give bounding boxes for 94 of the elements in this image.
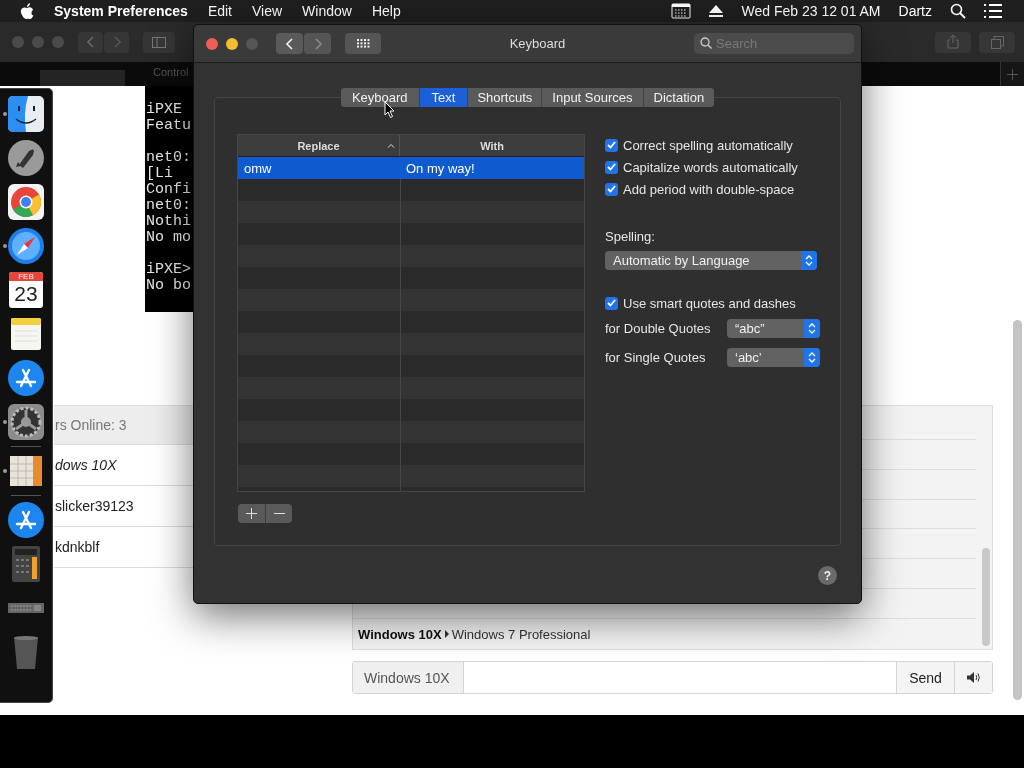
terminal-line: iPXE bbox=[146, 102, 182, 118]
terminal-line: Confi bbox=[146, 182, 191, 198]
sidebar-icon bbox=[152, 36, 166, 48]
chevron-left-icon bbox=[86, 36, 95, 48]
quotes-select[interactable]: ‘abc’ bbox=[727, 348, 820, 367]
scrollbar-thumb[interactable] bbox=[1013, 320, 1022, 700]
search-icon[interactable] bbox=[950, 3, 966, 19]
terminal-line: Nothi bbox=[146, 214, 191, 230]
quotes-label: for Single Quotes bbox=[605, 350, 706, 365]
calendar-month: FEB bbox=[9, 272, 43, 281]
checkbox-label: Add period with double-space bbox=[623, 181, 795, 197]
tabs-button[interactable] bbox=[979, 31, 1015, 53]
checkbox-label: Capitalize words automatically bbox=[623, 159, 798, 175]
remove-button[interactable] bbox=[265, 504, 292, 523]
search-icon bbox=[700, 37, 712, 49]
show-all-button[interactable] bbox=[345, 33, 381, 54]
terminal-line: net0: bbox=[146, 150, 191, 166]
stepper-icon bbox=[805, 254, 813, 267]
terminal-line: Featu bbox=[146, 118, 191, 134]
terminal-line: No bo bbox=[146, 278, 191, 294]
back-button[interactable] bbox=[276, 33, 303, 54]
tab[interactable]: Text bbox=[418, 88, 468, 107]
checkmark-icon bbox=[607, 141, 616, 149]
round-logo-icon[interactable] bbox=[7, 183, 45, 221]
column-header[interactable]: Replace bbox=[238, 135, 400, 156]
new-tab-button[interactable] bbox=[1000, 62, 1024, 86]
terminal-line: No mo bbox=[146, 230, 191, 246]
checkbox[interactable] bbox=[605, 182, 618, 196]
checkbox[interactable] bbox=[605, 160, 618, 174]
checkbox[interactable] bbox=[605, 138, 618, 152]
send-button[interactable]: Send bbox=[896, 662, 954, 693]
stepper-icon bbox=[808, 351, 816, 364]
keyboard-viewer-icon[interactable] bbox=[671, 3, 692, 19]
spelling-label: Spelling: bbox=[605, 229, 656, 244]
menu-item[interactable]: Edit bbox=[207, 3, 232, 19]
plus-icon bbox=[246, 508, 257, 519]
users-header: rs Online: 3 bbox=[54, 405, 193, 445]
calendar-day: 23 bbox=[14, 281, 38, 306]
chevron-right-icon bbox=[313, 37, 322, 50]
minus-icon bbox=[273, 512, 285, 515]
terminal-line: net0: bbox=[146, 198, 191, 214]
app-menu[interactable]: System Preferences bbox=[54, 3, 188, 19]
checkmark-icon bbox=[607, 299, 616, 307]
add-button[interactable] bbox=[238, 504, 265, 523]
app-store-icon[interactable] bbox=[7, 359, 45, 397]
rocket-icon[interactable] bbox=[7, 139, 45, 177]
compass-icon[interactable] bbox=[7, 227, 45, 265]
menu-item[interactable]: Help bbox=[371, 3, 401, 19]
table-row[interactable]: omw On my way! bbox=[238, 157, 584, 179]
speaker-icon bbox=[966, 672, 981, 683]
window-title: Keyboard bbox=[508, 36, 567, 51]
terminal-line: [Li bbox=[146, 166, 173, 182]
user-menu[interactable]: Dartz bbox=[898, 3, 932, 19]
table-cell-text: On my way! bbox=[405, 159, 476, 178]
app-store-icon[interactable] bbox=[7, 501, 45, 539]
terminal-line: iPXE> bbox=[146, 262, 191, 278]
menu-item[interactable]: View bbox=[252, 3, 283, 19]
checkmark-icon bbox=[607, 185, 616, 193]
minimize-button[interactable] bbox=[226, 37, 238, 50]
menu-item[interactable]: Window bbox=[302, 3, 352, 19]
calendar-icon[interactable]: FEB 23 bbox=[9, 272, 43, 308]
share-icon bbox=[947, 35, 959, 49]
face-icon[interactable] bbox=[7, 95, 45, 133]
name-label: Windows 10X bbox=[353, 662, 464, 693]
sort-caret-icon bbox=[387, 143, 395, 148]
gear-icon[interactable] bbox=[7, 403, 45, 441]
close-button[interactable] bbox=[206, 37, 218, 50]
spelling-select[interactable]: Automatic by Language bbox=[605, 251, 817, 270]
apple-icon[interactable] bbox=[20, 3, 34, 19]
message-sender: Windows 10X bbox=[358, 626, 442, 642]
help-button[interactable]: ? bbox=[818, 566, 837, 585]
eject-icon[interactable] bbox=[709, 5, 724, 17]
message-text: Windows 7 Professional bbox=[451, 626, 591, 642]
checkmark-icon bbox=[607, 163, 616, 171]
checkbox[interactable] bbox=[605, 296, 618, 310]
stepper-icon bbox=[808, 322, 816, 335]
checkbox-label: Use smart quotes and dashes bbox=[623, 295, 796, 311]
caret-icon bbox=[444, 630, 449, 639]
sidebar-button[interactable] bbox=[143, 31, 175, 53]
menu-clock[interactable]: Wed Feb 23 12 01 AM bbox=[741, 3, 881, 19]
grid-icon bbox=[356, 39, 370, 48]
chevron-right-icon bbox=[112, 36, 121, 48]
tabs-icon bbox=[990, 35, 1004, 49]
column-header[interactable]: With bbox=[400, 135, 584, 156]
scrollbar-thumb[interactable] bbox=[982, 548, 990, 646]
quotes-label: for Double Quotes bbox=[605, 321, 711, 336]
quotes-select[interactable]: “abc” bbox=[727, 319, 820, 338]
tab[interactable]: Dictation bbox=[642, 88, 715, 107]
plus-icon bbox=[1007, 68, 1018, 80]
checkbox-label: Correct spelling automatically bbox=[623, 137, 793, 153]
speaker-button[interactable] bbox=[954, 662, 992, 693]
table-cell-text: omw bbox=[243, 159, 273, 178]
list-icon[interactable] bbox=[984, 4, 1002, 18]
chevron-left-icon bbox=[285, 37, 294, 50]
